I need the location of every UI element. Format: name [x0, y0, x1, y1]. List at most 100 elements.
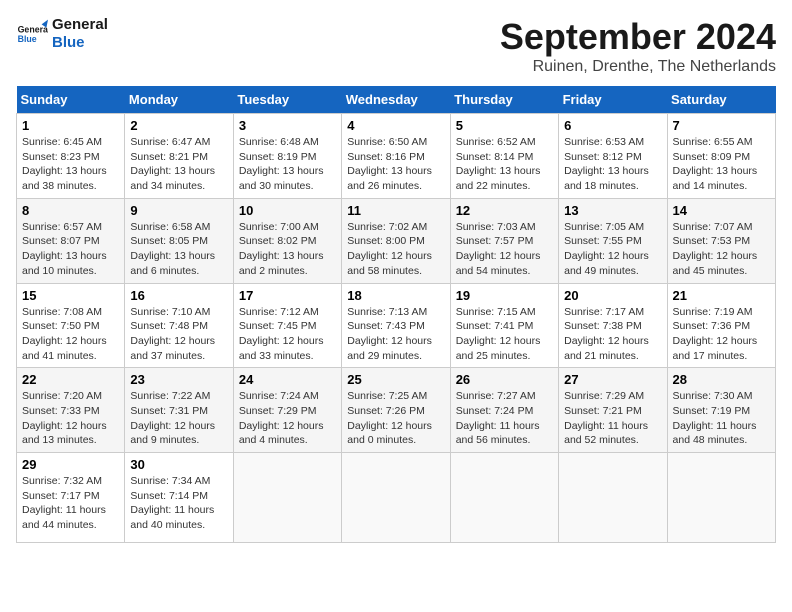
- day-number: 4: [347, 118, 444, 133]
- calendar-day-cell: 2 Sunrise: 6:47 AM Sunset: 8:21 PM Daylig…: [125, 114, 233, 199]
- calendar-day-cell: 1 Sunrise: 6:45 AM Sunset: 8:23 PM Daylig…: [17, 114, 125, 199]
- calendar-day-cell: 10 Sunrise: 7:00 AM Sunset: 8:02 PM Dayli…: [233, 198, 341, 283]
- day-number: 5: [456, 118, 553, 133]
- calendar-day-cell: 6Sunrise: 6:53 AM Sunset: 8:12 PM Daylig…: [559, 114, 667, 199]
- day-number: 7: [673, 118, 770, 133]
- day-detail: Sunrise: 7:13 AM Sunset: 7:43 PM Dayligh…: [347, 305, 444, 364]
- calendar-day-cell: [342, 453, 450, 543]
- calendar-day-cell: 11Sunrise: 7:02 AM Sunset: 8:00 PM Dayli…: [342, 198, 450, 283]
- day-number: 15: [22, 288, 119, 303]
- calendar-day-cell: 4 Sunrise: 6:50 AM Sunset: 8:16 PM Daylig…: [342, 114, 450, 199]
- day-detail: Sunrise: 6:52 AM Sunset: 8:14 PM Dayligh…: [456, 135, 553, 194]
- day-detail: Sunrise: 7:25 AM Sunset: 7:26 PM Dayligh…: [347, 389, 444, 448]
- day-detail: Sunrise: 6:50 AM Sunset: 8:16 PM Dayligh…: [347, 135, 444, 194]
- day-detail: Sunrise: 6:58 AM Sunset: 8:05 PM Dayligh…: [130, 220, 227, 279]
- calendar-day-cell: 7Sunrise: 6:55 AM Sunset: 8:09 PM Daylig…: [667, 114, 775, 199]
- calendar-day-cell: 24 Sunrise: 7:24 AM Sunset: 7:29 PM Dayli…: [233, 368, 341, 453]
- day-number: 28: [673, 372, 770, 387]
- calendar-day-cell: 21 Sunrise: 7:19 AM Sunset: 7:36 PM Dayli…: [667, 283, 775, 368]
- day-detail: Sunrise: 7:24 AM Sunset: 7:29 PM Dayligh…: [239, 389, 336, 448]
- day-number: 1: [22, 118, 119, 133]
- calendar-week-row: 29 Sunrise: 7:32 AM Sunset: 7:17 PM Dayli…: [17, 453, 776, 543]
- day-number: 2: [130, 118, 227, 133]
- logo-icon: General Blue: [16, 18, 48, 50]
- day-number: 16: [130, 288, 227, 303]
- day-number: 30: [130, 457, 227, 472]
- calendar-day-cell: 15Sunrise: 7:08 AM Sunset: 7:50 PM Dayli…: [17, 283, 125, 368]
- day-number: 8: [22, 203, 119, 218]
- calendar-day-cell: 20Sunrise: 7:17 AM Sunset: 7:38 PM Dayli…: [559, 283, 667, 368]
- day-number: 23: [130, 372, 227, 387]
- calendar-day-cell: 30 Sunrise: 7:34 AM Sunset: 7:14 PM Dayli…: [125, 453, 233, 543]
- calendar-week-row: 22 Sunrise: 7:20 AM Sunset: 7:33 PM Dayli…: [17, 368, 776, 453]
- day-number: 3: [239, 118, 336, 133]
- day-detail: Sunrise: 7:30 AM Sunset: 7:19 PM Dayligh…: [673, 389, 770, 448]
- day-detail: Sunrise: 7:22 AM Sunset: 7:31 PM Dayligh…: [130, 389, 227, 448]
- calendar-day-cell: 27 Sunrise: 7:29 AM Sunset: 7:21 PM Dayli…: [559, 368, 667, 453]
- day-number: 17: [239, 288, 336, 303]
- calendar-week-row: 15Sunrise: 7:08 AM Sunset: 7:50 PM Dayli…: [17, 283, 776, 368]
- day-detail: Sunrise: 7:34 AM Sunset: 7:14 PM Dayligh…: [130, 474, 227, 533]
- day-detail: Sunrise: 7:32 AM Sunset: 7:17 PM Dayligh…: [22, 474, 119, 533]
- calendar-day-cell: [450, 453, 558, 543]
- location-title: Ruinen, Drenthe, The Netherlands: [500, 58, 776, 76]
- day-number: 6: [564, 118, 661, 133]
- day-number: 9: [130, 203, 227, 218]
- calendar-day-cell: 28 Sunrise: 7:30 AM Sunset: 7:19 PM Dayli…: [667, 368, 775, 453]
- day-detail: Sunrise: 6:57 AM Sunset: 8:07 PM Dayligh…: [22, 220, 119, 279]
- calendar-day-cell: 13Sunrise: 7:05 AM Sunset: 7:55 PM Dayli…: [559, 198, 667, 283]
- calendar-day-cell: [233, 453, 341, 543]
- calendar-week-row: 1 Sunrise: 6:45 AM Sunset: 8:23 PM Daylig…: [17, 114, 776, 199]
- day-number: 14: [673, 203, 770, 218]
- page-header: General Blue General Blue September 2024…: [16, 16, 776, 76]
- day-detail: Sunrise: 7:29 AM Sunset: 7:21 PM Dayligh…: [564, 389, 661, 448]
- col-header-friday: Friday: [559, 86, 667, 114]
- day-number: 10: [239, 203, 336, 218]
- day-number: 12: [456, 203, 553, 218]
- calendar-day-cell: 26Sunrise: 7:27 AM Sunset: 7:24 PM Dayli…: [450, 368, 558, 453]
- day-detail: Sunrise: 7:10 AM Sunset: 7:48 PM Dayligh…: [130, 305, 227, 364]
- calendar-day-cell: 9 Sunrise: 6:58 AM Sunset: 8:05 PM Daylig…: [125, 198, 233, 283]
- calendar-day-cell: 14Sunrise: 7:07 AM Sunset: 7:53 PM Dayli…: [667, 198, 775, 283]
- col-header-saturday: Saturday: [667, 86, 775, 114]
- day-detail: Sunrise: 6:47 AM Sunset: 8:21 PM Dayligh…: [130, 135, 227, 194]
- day-number: 22: [22, 372, 119, 387]
- col-header-monday: Monday: [125, 86, 233, 114]
- day-number: 24: [239, 372, 336, 387]
- logo-line1: General: [52, 16, 108, 34]
- day-number: 26: [456, 372, 553, 387]
- col-header-thursday: Thursday: [450, 86, 558, 114]
- calendar-day-cell: 29 Sunrise: 7:32 AM Sunset: 7:17 PM Dayli…: [17, 453, 125, 543]
- day-number: 20: [564, 288, 661, 303]
- calendar-header-row: SundayMondayTuesdayWednesdayThursdayFrid…: [17, 86, 776, 114]
- calendar-day-cell: 18Sunrise: 7:13 AM Sunset: 7:43 PM Dayli…: [342, 283, 450, 368]
- day-number: 27: [564, 372, 661, 387]
- svg-text:General: General: [18, 24, 48, 34]
- day-number: 29: [22, 457, 119, 472]
- day-detail: Sunrise: 7:12 AM Sunset: 7:45 PM Dayligh…: [239, 305, 336, 364]
- calendar-day-cell: 5 Sunrise: 6:52 AM Sunset: 8:14 PM Daylig…: [450, 114, 558, 199]
- day-detail: Sunrise: 7:00 AM Sunset: 8:02 PM Dayligh…: [239, 220, 336, 279]
- logo-line2: Blue: [52, 34, 108, 52]
- day-number: 13: [564, 203, 661, 218]
- calendar-day-cell: 8 Sunrise: 6:57 AM Sunset: 8:07 PM Daylig…: [17, 198, 125, 283]
- day-detail: Sunrise: 7:03 AM Sunset: 7:57 PM Dayligh…: [456, 220, 553, 279]
- title-area: September 2024 Ruinen, Drenthe, The Neth…: [500, 16, 776, 76]
- day-detail: Sunrise: 6:45 AM Sunset: 8:23 PM Dayligh…: [22, 135, 119, 194]
- calendar-day-cell: 22 Sunrise: 7:20 AM Sunset: 7:33 PM Dayli…: [17, 368, 125, 453]
- svg-text:Blue: Blue: [18, 34, 37, 44]
- calendar-day-cell: 25 Sunrise: 7:25 AM Sunset: 7:26 PM Dayli…: [342, 368, 450, 453]
- day-number: 21: [673, 288, 770, 303]
- day-number: 25: [347, 372, 444, 387]
- day-number: 11: [347, 203, 444, 218]
- calendar-day-cell: 19 Sunrise: 7:15 AM Sunset: 7:41 PM Dayli…: [450, 283, 558, 368]
- day-number: 19: [456, 288, 553, 303]
- calendar-day-cell: 3Sunrise: 6:48 AM Sunset: 8:19 PM Daylig…: [233, 114, 341, 199]
- day-detail: Sunrise: 7:20 AM Sunset: 7:33 PM Dayligh…: [22, 389, 119, 448]
- col-header-tuesday: Tuesday: [233, 86, 341, 114]
- calendar-day-cell: [667, 453, 775, 543]
- calendar-day-cell: 16 Sunrise: 7:10 AM Sunset: 7:48 PM Dayli…: [125, 283, 233, 368]
- day-detail: Sunrise: 7:15 AM Sunset: 7:41 PM Dayligh…: [456, 305, 553, 364]
- logo: General Blue General Blue: [16, 16, 108, 52]
- day-detail: Sunrise: 7:19 AM Sunset: 7:36 PM Dayligh…: [673, 305, 770, 364]
